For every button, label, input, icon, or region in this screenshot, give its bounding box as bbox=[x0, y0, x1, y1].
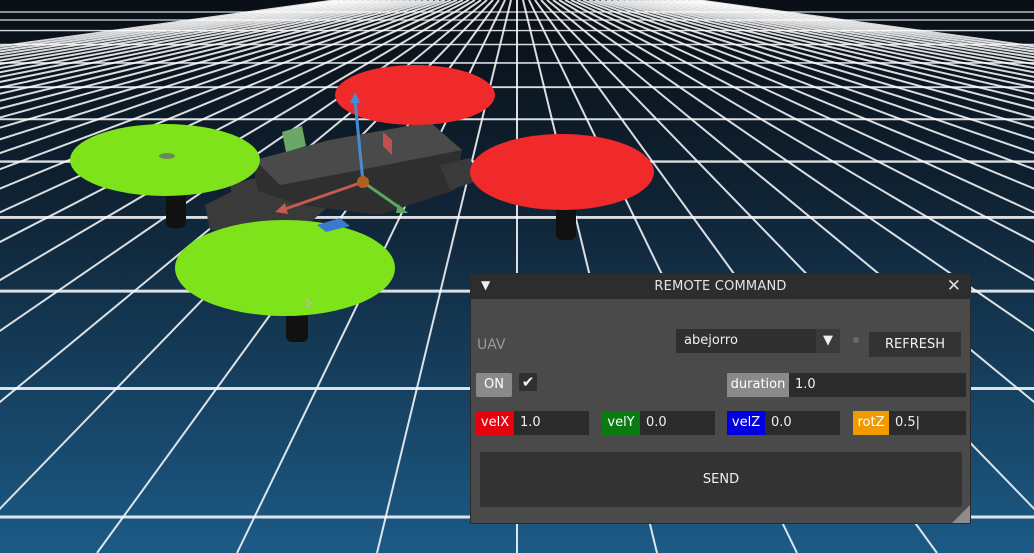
vely-input[interactable]: 0.0 bbox=[640, 411, 715, 435]
enable-checkbox[interactable]: ✔ bbox=[519, 373, 537, 391]
status-dot bbox=[853, 337, 859, 343]
close-icon[interactable]: ✕ bbox=[947, 276, 961, 296]
on-button[interactable]: ON bbox=[476, 373, 512, 397]
panel-title: REMOTE COMMAND bbox=[654, 279, 787, 294]
resize-grip-icon[interactable] bbox=[952, 505, 970, 523]
uav-select-value: abejorro bbox=[684, 333, 738, 348]
dropdown-arrow-icon[interactable]: ▼ bbox=[816, 329, 840, 353]
uav-label: UAV bbox=[477, 337, 506, 353]
svg-text:›: › bbox=[304, 291, 313, 316]
panel-titlebar[interactable]: ▼ REMOTE COMMAND ✕ bbox=[471, 274, 970, 299]
uav-select[interactable]: abejorro ▼ bbox=[676, 329, 840, 353]
velx-label: velX bbox=[476, 411, 514, 435]
refresh-button[interactable]: REFRESH bbox=[869, 332, 961, 357]
rotz-input[interactable]: 0.5| bbox=[889, 411, 966, 435]
duration-label: duration bbox=[727, 373, 789, 397]
send-button[interactable]: SEND bbox=[480, 452, 962, 507]
velx-input[interactable]: 1.0 bbox=[514, 411, 589, 435]
duration-input[interactable]: 1.0 bbox=[789, 373, 966, 397]
rotz-label: rotZ bbox=[853, 411, 889, 435]
velz-input[interactable]: 0.0 bbox=[765, 411, 840, 435]
vely-label: velY bbox=[602, 411, 640, 435]
velz-label: velZ bbox=[727, 411, 765, 435]
remote-command-panel: ▼ REMOTE COMMAND ✕ UAV abejorro ▼ REFRES… bbox=[471, 274, 970, 523]
